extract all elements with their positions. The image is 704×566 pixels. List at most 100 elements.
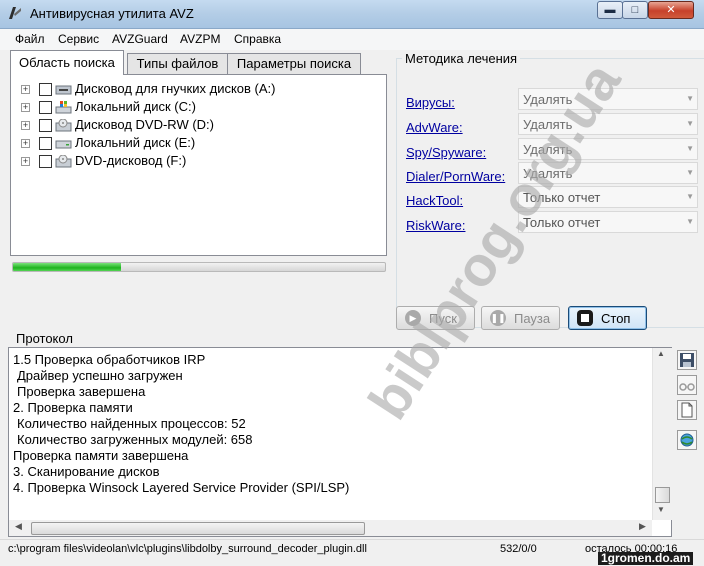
scan-progress-bar — [12, 262, 386, 272]
tree-label: Дисковод для гнучких дисков (A:) — [75, 81, 276, 96]
tree-label: Дисковод DVD-RW (D:) — [75, 117, 215, 132]
chevron-down-icon: ▼ — [686, 192, 694, 201]
title-bar: Антивирусная утилита AVZ ▬ □ ✕ — [0, 0, 704, 29]
treat-label-riskware[interactable]: RiskWare: — [406, 218, 465, 233]
menu-service[interactable]: Сервис — [58, 32, 99, 46]
protocol-title: Протокол — [16, 331, 73, 346]
corner-watermark: 1gromen.do.am — [598, 552, 694, 565]
chevron-down-icon: ▼ — [686, 144, 694, 153]
tab-search-area[interactable]: Область поиска — [10, 50, 124, 75]
system-disk-icon — [55, 101, 72, 114]
close-button[interactable]: ✕ — [648, 1, 694, 19]
tree-item-drive-a[interactable]: + Дисковод для гнучких дисков (A:) — [21, 81, 381, 99]
scroll-up-icon[interactable]: ▲ — [657, 349, 665, 358]
tree-item-drive-c[interactable]: + Локальний диск (C:) — [21, 99, 381, 117]
tab-file-types[interactable]: Типы файлов — [127, 53, 228, 74]
chevron-down-icon: ▼ — [686, 217, 694, 226]
menu-file[interactable]: Файл — [15, 32, 45, 46]
tree-item-drive-f[interactable]: + DVD-дисковод (F:) — [21, 153, 381, 171]
maximize-button[interactable]: □ — [622, 1, 648, 19]
tree-label: Локальний диск (C:) — [75, 99, 196, 114]
menu-help[interactable]: Справка — [234, 32, 281, 46]
log-horizontal-scrollbar[interactable]: ◀ ▶ — [9, 520, 652, 536]
scroll-left-icon[interactable]: ◀ — [15, 521, 22, 532]
log-line: 2. Проверка памяти — [13, 400, 133, 415]
treat-label-advware[interactable]: AdvWare: — [406, 120, 463, 135]
treatment-title: Методика лечения — [402, 51, 521, 66]
stop-icon — [577, 310, 593, 326]
drive-a-checkbox[interactable] — [39, 83, 52, 96]
treat-select-hacktool[interactable]: Только отчет ▼ — [518, 186, 698, 208]
minimize-button[interactable]: ▬ — [597, 1, 623, 19]
tab-search-params-label: Параметры поиска — [236, 56, 352, 71]
glasses-icon — [679, 383, 695, 391]
expand-icon[interactable]: + — [21, 139, 30, 148]
treat-select-riskware[interactable]: Только отчет ▼ — [518, 211, 698, 233]
log-line: 4. Проверка Winsock Layered Service Prov… — [13, 480, 350, 495]
log-line: Проверка завершена — [17, 384, 146, 399]
globe-network-icon — [680, 433, 694, 447]
tree-item-drive-d[interactable]: + Дисковод DVD-RW (D:) — [21, 117, 381, 135]
select-value: Удалять — [523, 166, 573, 181]
hard-disk-icon — [55, 140, 72, 149]
start-button[interactable]: ▶ Пуск — [396, 306, 475, 330]
scroll-right-icon[interactable]: ▶ — [639, 521, 646, 532]
treat-select-viruses[interactable]: Удалять ▼ — [518, 88, 698, 110]
treat-label-spyware[interactable]: Spy/Spyware: — [406, 145, 486, 160]
treat-label-dialer[interactable]: Dialer/PornWare: — [406, 169, 505, 184]
log-vertical-scrollbar[interactable]: ▲ ▼ — [652, 348, 672, 520]
expand-icon[interactable]: + — [21, 103, 30, 112]
select-value: Только отчет — [523, 215, 601, 230]
log-line: 3. Сканирование дисков — [13, 464, 160, 479]
select-value: Удалять — [523, 142, 573, 157]
document-icon — [681, 402, 693, 418]
log-line: Количество загруженных модулей: 658 — [17, 432, 253, 447]
drive-e-checkbox[interactable] — [39, 137, 52, 150]
window-title: Антивирусная утилита AVZ — [30, 6, 194, 21]
select-value: Удалять — [523, 117, 573, 132]
log-line: Количество найденных процессов: 52 — [17, 416, 246, 431]
menu-avzguard[interactable]: AVZGuard — [112, 32, 168, 46]
chevron-down-icon: ▼ — [686, 94, 694, 103]
drive-c-checkbox[interactable] — [39, 101, 52, 114]
log-line: 1.5 Проверка обработчиков IRP — [13, 352, 206, 367]
network-button[interactable] — [677, 430, 697, 450]
drive-tree: + Дисковод для гнучких дисков (A:) + Лок… — [10, 74, 387, 256]
view-log-button[interactable] — [677, 375, 697, 395]
menu-avzpm[interactable]: AVZPM — [180, 32, 220, 46]
select-value: Только отчет — [523, 190, 601, 205]
tree-label: DVD-дисковод (F:) — [75, 153, 187, 168]
stop-button[interactable]: Стоп — [568, 306, 647, 330]
progress-fill — [13, 263, 121, 271]
protocol-log[interactable]: 1.5 Проверка обработчиков IRP Драйвер ус… — [8, 347, 672, 537]
treat-label-viruses[interactable]: Вирусы: — [406, 95, 455, 110]
drive-d-checkbox[interactable] — [39, 119, 52, 132]
treat-select-dialer[interactable]: Удалять ▼ — [518, 162, 698, 184]
tab-search-params[interactable]: Параметры поиска — [227, 53, 361, 74]
scroll-thumb[interactable] — [31, 522, 365, 535]
expand-icon[interactable]: + — [21, 157, 30, 166]
save-icon — [680, 353, 694, 367]
expand-icon[interactable]: + — [21, 121, 30, 130]
clear-log-button[interactable] — [677, 400, 697, 420]
select-value: Удалять — [523, 92, 573, 107]
tree-item-drive-e[interactable]: + Локальний диск (E:) — [21, 135, 381, 153]
avz-app-icon[interactable] — [7, 5, 23, 21]
status-current-file: c:\program files\videolan\vlc\plugins\li… — [8, 543, 367, 555]
treat-label-hacktool[interactable]: HackTool: — [406, 193, 463, 208]
chevron-down-icon: ▼ — [686, 168, 694, 177]
expand-icon[interactable]: + — [21, 85, 30, 94]
pause-button[interactable]: ❚❚ Пауза — [481, 306, 560, 330]
start-label: Пуск — [429, 311, 457, 326]
dvd-drive-icon — [55, 155, 72, 168]
save-log-button[interactable] — [677, 350, 697, 370]
floppy-drive-icon — [55, 85, 72, 95]
scroll-down-icon[interactable]: ▼ — [657, 505, 665, 514]
treat-select-advware[interactable]: Удалять ▼ — [518, 113, 698, 135]
status-counter: 532/0/0 — [500, 543, 537, 555]
treat-select-spyware[interactable]: Удалять ▼ — [518, 138, 698, 160]
scroll-thumb[interactable] — [655, 487, 670, 503]
drive-f-checkbox[interactable] — [39, 155, 52, 168]
play-icon: ▶ — [405, 310, 421, 326]
tree-label: Локальний диск (E:) — [75, 135, 196, 150]
